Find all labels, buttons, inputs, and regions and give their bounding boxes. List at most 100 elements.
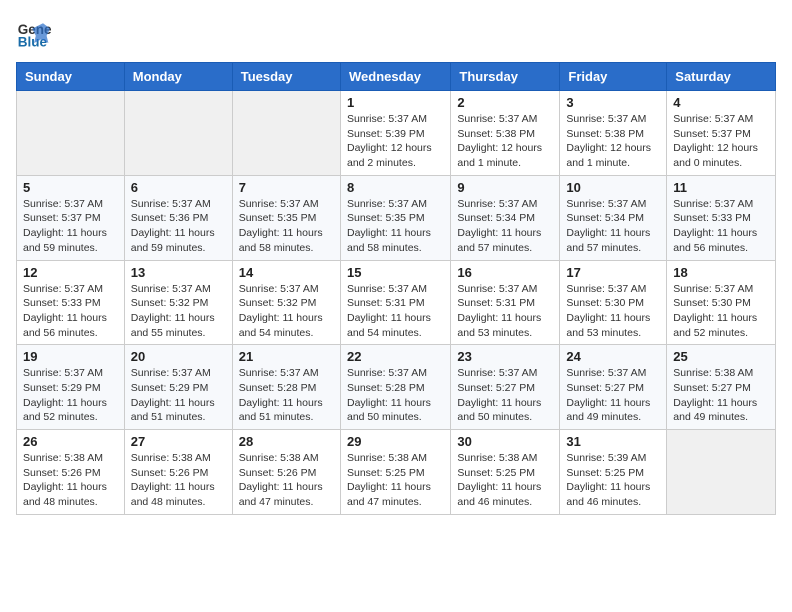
day-info: Sunrise: 5:37 AMSunset: 5:32 PMDaylight:… <box>239 282 334 341</box>
header-tuesday: Tuesday <box>232 63 340 91</box>
page-header: General Blue <box>16 16 776 52</box>
day-number: 2 <box>457 95 553 110</box>
day-info: Sunrise: 5:38 AMSunset: 5:27 PMDaylight:… <box>673 366 769 425</box>
day-info: Sunrise: 5:37 AMSunset: 5:30 PMDaylight:… <box>673 282 769 341</box>
day-info: Sunrise: 5:37 AMSunset: 5:38 PMDaylight:… <box>566 112 660 171</box>
calendar-cell: 22Sunrise: 5:37 AMSunset: 5:28 PMDayligh… <box>340 345 450 430</box>
calendar-cell: 11 Sunrise: 5:37 AMSunset: 5:33 PMDayligh… <box>667 175 776 260</box>
calendar-cell: 18 Sunrise: 5:37 AMSunset: 5:30 PMDayligh… <box>667 260 776 345</box>
day-info: Sunrise: 5:37 AMSunset: 5:38 PMDaylight:… <box>457 112 553 171</box>
calendar-cell: 17 Sunrise: 5:37 AMSunset: 5:30 PMDayligh… <box>560 260 667 345</box>
calendar-cell: 15 Sunrise: 5:37 AMSunset: 5:31 PMDayligh… <box>340 260 450 345</box>
calendar-cell: 12 Sunrise: 5:37 AMSunset: 5:33 PMDayligh… <box>17 260 125 345</box>
calendar-cell: 29 Sunrise: 5:38 AMSunset: 5:25 PMDayligh… <box>340 430 450 515</box>
day-number: 16 <box>457 265 553 280</box>
calendar-cell: 9 Sunrise: 5:37 AMSunset: 5:34 PMDaylight… <box>451 175 560 260</box>
day-number: 3 <box>566 95 660 110</box>
calendar-cell: 10 Sunrise: 5:37 AMSunset: 5:34 PMDayligh… <box>560 175 667 260</box>
day-number: 10 <box>566 180 660 195</box>
calendar-week-row: 12 Sunrise: 5:37 AMSunset: 5:33 PMDayligh… <box>17 260 776 345</box>
day-info: Sunrise: 5:37 AMSunset: 5:39 PMDaylight:… <box>347 112 444 171</box>
header-sunday: Sunday <box>17 63 125 91</box>
day-number: 12 <box>23 265 118 280</box>
day-info: Sunrise: 5:37 AMSunset: 5:30 PMDaylight:… <box>566 282 660 341</box>
day-number: 27 <box>131 434 226 449</box>
day-number: 26 <box>23 434 118 449</box>
calendar-cell: 26 Sunrise: 5:38 AMSunset: 5:26 PMDayligh… <box>17 430 125 515</box>
header-friday: Friday <box>560 63 667 91</box>
calendar-cell: 13 Sunrise: 5:37 AMSunset: 5:32 PMDayligh… <box>124 260 232 345</box>
day-info: Sunrise: 5:37 AMSunset: 5:29 PMDaylight:… <box>131 366 226 425</box>
calendar-cell: 24 Sunrise: 5:37 AMSunset: 5:27 PMDayligh… <box>560 345 667 430</box>
calendar-cell: 8 Sunrise: 5:37 AMSunset: 5:35 PMDaylight… <box>340 175 450 260</box>
calendar-cell: 20 Sunrise: 5:37 AMSunset: 5:29 PMDayligh… <box>124 345 232 430</box>
day-number: 31 <box>566 434 660 449</box>
calendar-week-row: 5 Sunrise: 5:37 AMSunset: 5:37 PMDaylight… <box>17 175 776 260</box>
day-number: 30 <box>457 434 553 449</box>
day-info: Sunrise: 5:38 AMSunset: 5:25 PMDaylight:… <box>347 451 444 510</box>
calendar-cell: 6 Sunrise: 5:37 AMSunset: 5:36 PMDaylight… <box>124 175 232 260</box>
day-info: Sunrise: 5:38 AMSunset: 5:26 PMDaylight:… <box>131 451 226 510</box>
day-number: 1 <box>347 95 444 110</box>
header-saturday: Saturday <box>667 63 776 91</box>
calendar-week-row: 19 Sunrise: 5:37 AMSunset: 5:29 PMDayligh… <box>17 345 776 430</box>
calendar-cell <box>17 91 125 176</box>
calendar-cell: 1 Sunrise: 5:37 AMSunset: 5:39 PMDaylight… <box>340 91 450 176</box>
day-info: Sunrise: 5:37 AMSunset: 5:31 PMDaylight:… <box>347 282 444 341</box>
calendar-cell <box>232 91 340 176</box>
day-info: Sunrise: 5:37 AMSunset: 5:37 PMDaylight:… <box>23 197 118 256</box>
day-number: 11 <box>673 180 769 195</box>
day-number: 23 <box>457 349 553 364</box>
day-number: 29 <box>347 434 444 449</box>
day-info: Sunrise: 5:37 AMSunset: 5:32 PMDaylight:… <box>131 282 226 341</box>
calendar-cell: 14Sunrise: 5:37 AMSunset: 5:32 PMDayligh… <box>232 260 340 345</box>
day-info: Sunrise: 5:37 AMSunset: 5:34 PMDaylight:… <box>566 197 660 256</box>
day-number: 7 <box>239 180 334 195</box>
day-info: Sunrise: 5:38 AMSunset: 5:25 PMDaylight:… <box>457 451 553 510</box>
day-number: 15 <box>347 265 444 280</box>
day-number: 24 <box>566 349 660 364</box>
logo: General Blue <box>16 16 60 52</box>
day-info: Sunrise: 5:39 AMSunset: 5:25 PMDaylight:… <box>566 451 660 510</box>
calendar-cell: 28Sunrise: 5:38 AMSunset: 5:26 PMDayligh… <box>232 430 340 515</box>
day-info: Sunrise: 5:37 AMSunset: 5:37 PMDaylight:… <box>673 112 769 171</box>
day-number: 18 <box>673 265 769 280</box>
day-number: 19 <box>23 349 118 364</box>
calendar-cell: 25Sunrise: 5:38 AMSunset: 5:27 PMDayligh… <box>667 345 776 430</box>
calendar-cell: 21Sunrise: 5:37 AMSunset: 5:28 PMDayligh… <box>232 345 340 430</box>
day-number: 5 <box>23 180 118 195</box>
header-thursday: Thursday <box>451 63 560 91</box>
calendar-body: 1 Sunrise: 5:37 AMSunset: 5:39 PMDaylight… <box>17 91 776 515</box>
day-number: 20 <box>131 349 226 364</box>
day-info: Sunrise: 5:37 AMSunset: 5:34 PMDaylight:… <box>457 197 553 256</box>
logo-icon: General Blue <box>16 16 52 52</box>
day-number: 8 <box>347 180 444 195</box>
day-info: Sunrise: 5:37 AMSunset: 5:33 PMDaylight:… <box>673 197 769 256</box>
calendar-header-row: SundayMondayTuesdayWednesdayThursdayFrid… <box>17 63 776 91</box>
day-number: 9 <box>457 180 553 195</box>
calendar-cell <box>667 430 776 515</box>
calendar-cell: 4 Sunrise: 5:37 AMSunset: 5:37 PMDaylight… <box>667 91 776 176</box>
day-number: 17 <box>566 265 660 280</box>
calendar-cell: 7Sunrise: 5:37 AMSunset: 5:35 PMDaylight… <box>232 175 340 260</box>
calendar-cell: 16 Sunrise: 5:37 AMSunset: 5:31 PMDayligh… <box>451 260 560 345</box>
day-info: Sunrise: 5:38 AMSunset: 5:26 PMDaylight:… <box>23 451 118 510</box>
calendar-table: SundayMondayTuesdayWednesdayThursdayFrid… <box>16 62 776 515</box>
calendar-cell: 2 Sunrise: 5:37 AMSunset: 5:38 PMDaylight… <box>451 91 560 176</box>
day-info: Sunrise: 5:37 AMSunset: 5:35 PMDaylight:… <box>347 197 444 256</box>
day-info: Sunrise: 5:37 AMSunset: 5:33 PMDaylight:… <box>23 282 118 341</box>
day-info: Sunrise: 5:37 AMSunset: 5:36 PMDaylight:… <box>131 197 226 256</box>
day-info: Sunrise: 5:37 AMSunset: 5:31 PMDaylight:… <box>457 282 553 341</box>
calendar-cell: 27 Sunrise: 5:38 AMSunset: 5:26 PMDayligh… <box>124 430 232 515</box>
day-info: Sunrise: 5:37 AMSunset: 5:28 PMDaylight:… <box>239 366 334 425</box>
calendar-week-row: 1 Sunrise: 5:37 AMSunset: 5:39 PMDaylight… <box>17 91 776 176</box>
day-number: 4 <box>673 95 769 110</box>
day-info: Sunrise: 5:37 AMSunset: 5:29 PMDaylight:… <box>23 366 118 425</box>
day-number: 13 <box>131 265 226 280</box>
day-number: 22 <box>347 349 444 364</box>
day-info: Sunrise: 5:37 AMSunset: 5:27 PMDaylight:… <box>566 366 660 425</box>
day-info: Sunrise: 5:38 AMSunset: 5:26 PMDaylight:… <box>239 451 334 510</box>
calendar-week-row: 26 Sunrise: 5:38 AMSunset: 5:26 PMDayligh… <box>17 430 776 515</box>
header-wednesday: Wednesday <box>340 63 450 91</box>
day-number: 6 <box>131 180 226 195</box>
